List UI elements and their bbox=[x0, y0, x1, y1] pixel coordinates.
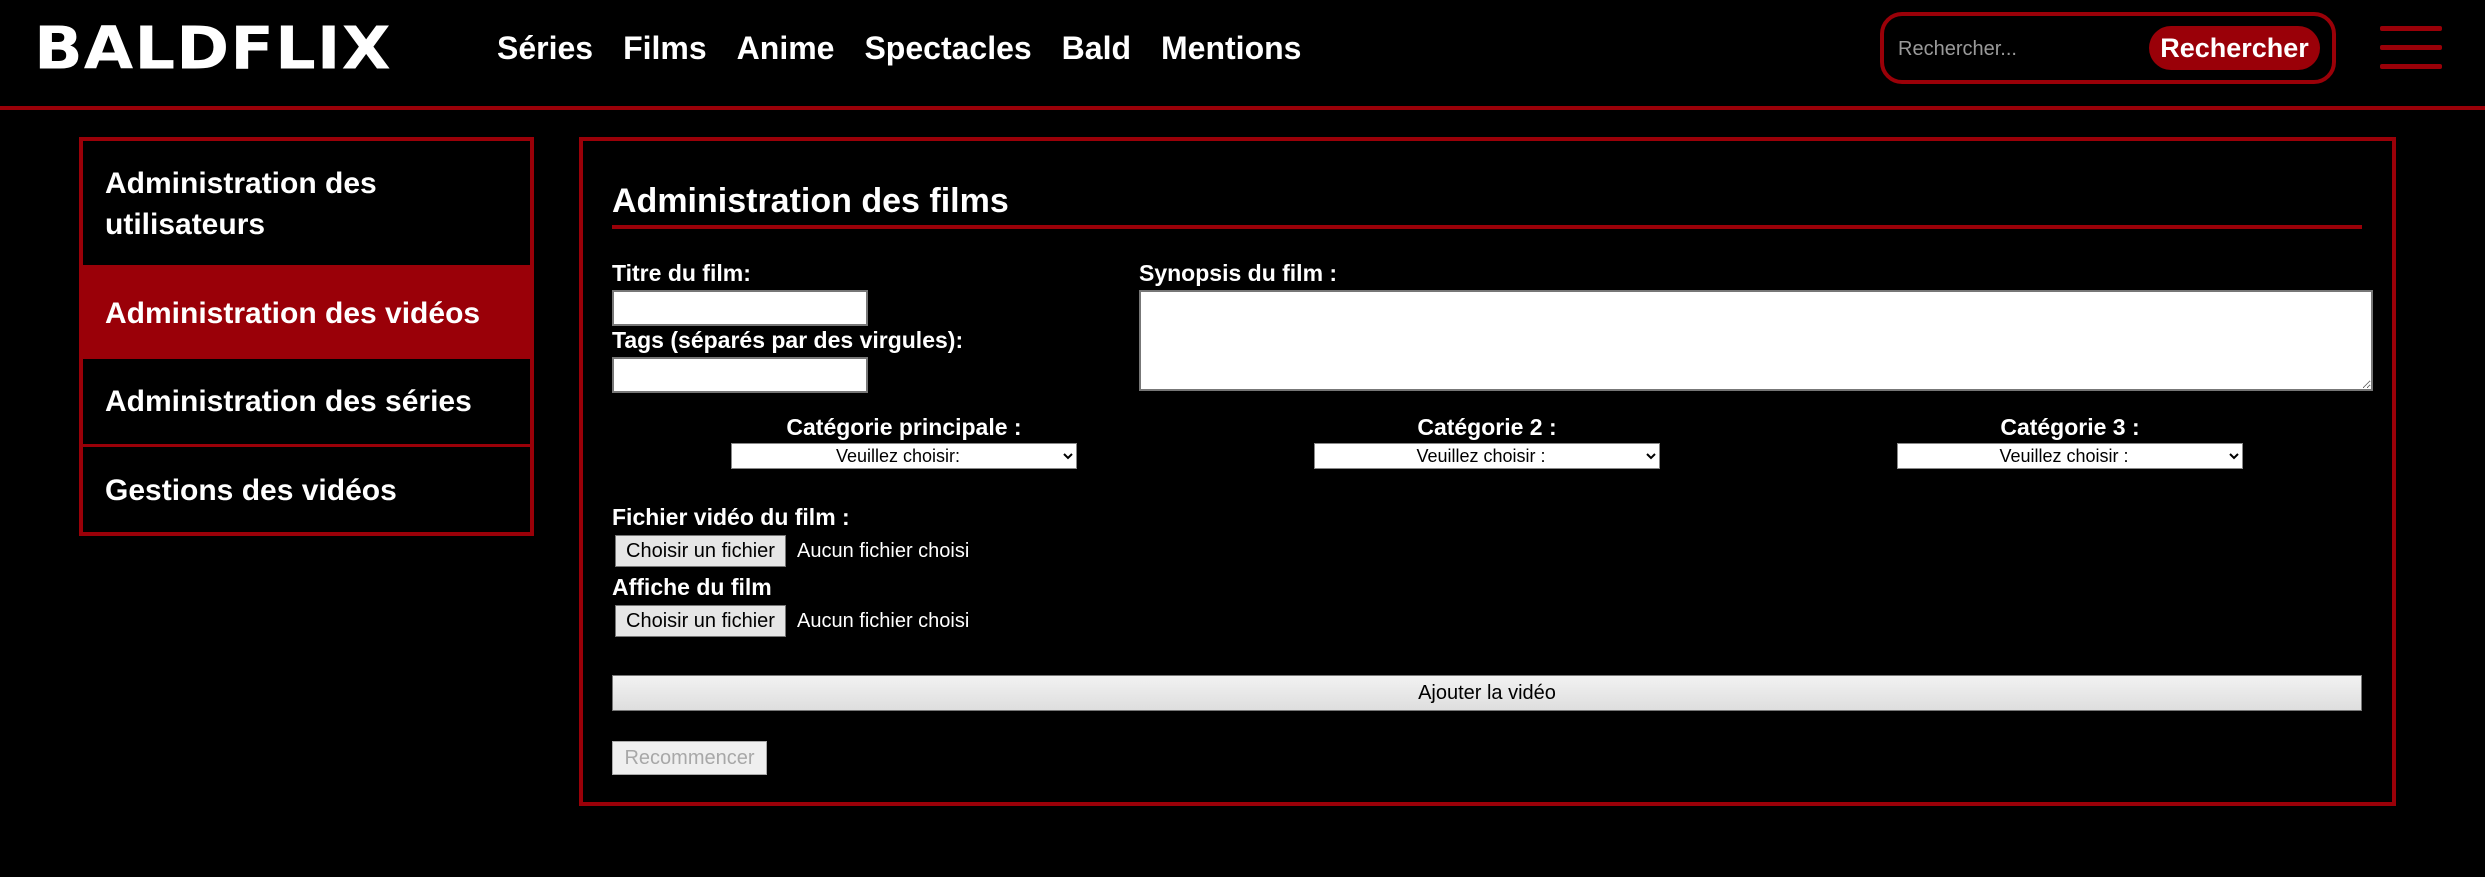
top-header: BALDFLIX Séries Films Anime Spectacles B… bbox=[0, 0, 2485, 110]
baldflix-logo[interactable]: BALDFLIX bbox=[34, 17, 392, 81]
main-category-label: Catégorie principale : bbox=[786, 414, 1022, 440]
video-file-status: Aucun fichier choisi bbox=[797, 540, 970, 562]
title-divider bbox=[612, 225, 2362, 229]
tags-label: Tags (séparés par des virgules): bbox=[612, 327, 964, 353]
category-2-select[interactable]: Veuillez choisir : bbox=[1314, 443, 1660, 469]
poster-file-status: Aucun fichier choisi bbox=[797, 610, 970, 632]
video-file-label: Fichier vidéo du film : bbox=[612, 504, 850, 530]
video-file-choose-button[interactable]: Choisir un fichier bbox=[615, 535, 786, 567]
hamburger-menu-icon[interactable] bbox=[2380, 26, 2442, 70]
main-nav: Séries Films Anime Spectacles Bald Menti… bbox=[497, 26, 1301, 70]
film-title-input[interactable] bbox=[612, 290, 868, 326]
add-video-button[interactable]: Ajouter la vidéo bbox=[612, 675, 2362, 711]
category-3-select[interactable]: Veuillez choisir : bbox=[1897, 443, 2243, 469]
synopsis-label: Synopsis du film : bbox=[1139, 260, 1338, 286]
admin-sidebar: Administration des utilisateurs Administ… bbox=[79, 137, 534, 536]
nav-films[interactable]: Films bbox=[623, 26, 707, 70]
film-admin-panel: Administration des films Titre du film: … bbox=[579, 137, 2396, 806]
synopsis-textarea[interactable] bbox=[1139, 290, 2373, 391]
poster-label: Affiche du film bbox=[612, 574, 772, 600]
page-title: Administration des films bbox=[612, 182, 1009, 220]
reset-button[interactable]: Recommencer bbox=[612, 741, 767, 775]
nav-bald[interactable]: Bald bbox=[1062, 26, 1131, 70]
nav-series[interactable]: Séries bbox=[497, 26, 593, 70]
search-form: Rechercher bbox=[1880, 12, 2336, 84]
poster-file-choose-button[interactable]: Choisir un fichier bbox=[615, 605, 786, 637]
sidebar-item-video-management[interactable]: Gestions des vidéos bbox=[83, 444, 530, 532]
search-input[interactable] bbox=[1898, 30, 2148, 68]
category-3-label: Catégorie 3 : bbox=[2000, 414, 2140, 440]
nav-anime[interactable]: Anime bbox=[737, 26, 835, 70]
tags-input[interactable] bbox=[612, 357, 868, 393]
category-2-label: Catégorie 2 : bbox=[1417, 414, 1557, 440]
sidebar-item-videos[interactable]: Administration des vidéos bbox=[83, 265, 530, 356]
main-category-select[interactable]: Veuillez choisir: bbox=[731, 443, 1077, 469]
sidebar-item-users[interactable]: Administration des utilisateurs bbox=[83, 141, 530, 265]
nav-mentions[interactable]: Mentions bbox=[1161, 26, 1301, 70]
sidebar-item-series[interactable]: Administration des séries bbox=[83, 356, 530, 444]
film-title-label: Titre du film: bbox=[612, 260, 751, 286]
nav-spectacles[interactable]: Spectacles bbox=[864, 26, 1031, 70]
search-button[interactable]: Rechercher bbox=[2149, 26, 2320, 70]
